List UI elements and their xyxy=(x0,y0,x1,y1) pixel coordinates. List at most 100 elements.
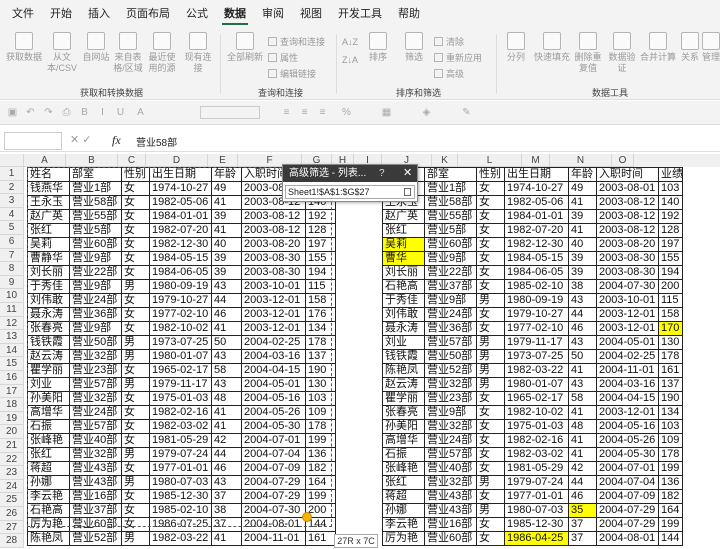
row-header[interactable]: 26 xyxy=(0,507,24,521)
table-cell[interactable]: 2003-12-01 xyxy=(241,307,306,322)
table-cell[interactable]: 男 xyxy=(121,279,150,294)
table-cell[interactable]: 2004-07-30 xyxy=(241,503,306,518)
row-header[interactable]: 16 xyxy=(0,371,24,385)
table-cell[interactable]: 1979-10-27 xyxy=(504,307,569,322)
table-cell[interactable]: 蒋超 xyxy=(382,489,425,504)
table-cell[interactable]: 2003-08-12 xyxy=(596,195,659,210)
right-data-table[interactable]: 名部室性别出生日期年龄入职时间业绩钱燕华营业1部女1974-10-2749200… xyxy=(382,167,683,546)
print-icon[interactable]: ⎙ xyxy=(60,106,73,119)
table-cell[interactable]: 1975-01-03 xyxy=(504,419,569,434)
menu-tab[interactable]: 开始 xyxy=(42,0,80,28)
table-cell[interactable]: 1982-12-30 xyxy=(504,237,569,252)
table-cell[interactable]: 38 xyxy=(568,279,597,294)
table-cell[interactable]: 营业16部 xyxy=(69,489,122,504)
table-cell[interactable]: 刘业 xyxy=(382,335,425,350)
align-right-icon[interactable]: ≡ xyxy=(316,106,329,119)
table-cell[interactable]: 2004-05-30 xyxy=(596,447,659,462)
table-cell[interactable]: 2003-12-01 xyxy=(596,307,659,322)
table-cell[interactable]: 女 xyxy=(476,181,505,196)
filter-button[interactable]: 筛选 xyxy=(400,32,428,63)
font-size-box[interactable] xyxy=(200,106,260,119)
menu-tab[interactable]: 页面布局 xyxy=(118,0,178,28)
table-cell[interactable]: 营业37部 xyxy=(424,279,477,294)
table-cell[interactable]: 41 xyxy=(568,447,597,462)
table-cell[interactable]: 男 xyxy=(121,335,150,350)
table-cell[interactable]: 2003-10-01 xyxy=(596,293,659,308)
table-cell[interactable]: 1974-10-27 xyxy=(149,181,212,196)
row-header[interactable]: 28 xyxy=(0,534,24,548)
table-cell[interactable]: 49 xyxy=(211,181,242,196)
manage-button[interactable]: 管理 xyxy=(702,32,720,63)
table-cell[interactable]: 2003-08-30 xyxy=(241,265,306,280)
worksheet-grid[interactable]: ABCDEFGHIJKLMNO 1 2 3 4 5 6 7 8 9 10 11 12 13 14 15 16 1… xyxy=(0,154,720,549)
table-cell[interactable]: 营业32部 xyxy=(69,391,122,406)
table-cell[interactable]: 41 xyxy=(568,223,597,238)
column-header[interactable]: L xyxy=(458,154,522,167)
header-cell[interactable]: 业绩 xyxy=(658,167,683,182)
table-cell[interactable]: 营业9部 xyxy=(424,405,477,420)
table-cell[interactable]: 王永玉 xyxy=(27,195,70,210)
table-cell[interactable]: 1982-07-20 xyxy=(149,223,212,238)
table-cell[interactable]: 1980-07-03 xyxy=(149,475,212,490)
table-cell[interactable]: 144 xyxy=(658,531,683,546)
table-cell[interactable]: 营业37部 xyxy=(69,503,122,518)
properties-button[interactable]: 属性 xyxy=(268,52,298,64)
table-cell[interactable]: 2004-08-01 xyxy=(241,517,306,532)
table-cell[interactable]: 陈艳凤 xyxy=(27,531,70,546)
redo-icon[interactable]: ↷ xyxy=(42,106,55,119)
table-cell[interactable]: 2004-07-09 xyxy=(596,489,659,504)
table-cell[interactable]: 1982-07-20 xyxy=(504,223,569,238)
table-cell[interactable]: 1980-01-07 xyxy=(504,377,569,392)
row-header[interactable]: 15 xyxy=(0,357,24,371)
row-header[interactable]: 12 xyxy=(0,316,24,331)
table-cell[interactable]: 44 xyxy=(568,475,597,490)
table-cell[interactable]: 营业58部 xyxy=(69,195,122,210)
table-cell[interactable]: 张红 xyxy=(27,447,70,462)
table-cell[interactable]: 1973-07-25 xyxy=(504,349,569,364)
table-cell[interactable]: 聂永涛 xyxy=(27,307,70,322)
table-cell[interactable]: 1982-03-22 xyxy=(504,363,569,378)
table-cell[interactable]: 刘长丽 xyxy=(382,265,425,280)
table-cell[interactable]: 女 xyxy=(121,405,150,420)
table-cell[interactable]: 女 xyxy=(476,251,505,266)
table-cell[interactable]: 43 xyxy=(568,293,597,308)
table-cell[interactable]: 2003-10-01 xyxy=(241,279,306,294)
table-cell[interactable]: 男 xyxy=(476,363,505,378)
table-cell[interactable]: 2004-08-01 xyxy=(596,531,659,546)
column-header[interactable]: K xyxy=(432,154,458,167)
table-cell[interactable]: 女 xyxy=(121,181,150,196)
table-cell[interactable]: 1984-05-15 xyxy=(504,251,569,266)
italic-icon[interactable]: I xyxy=(96,106,109,119)
table-cell[interactable]: 2004-07-29 xyxy=(596,517,659,532)
from-web-button[interactable]: 自网站 xyxy=(82,32,110,63)
table-cell[interactable]: 35 xyxy=(568,503,597,518)
table-cell[interactable]: 2004-07-09 xyxy=(241,461,306,476)
table-cell[interactable]: 营业40部 xyxy=(69,433,122,448)
table-cell[interactable]: 女 xyxy=(476,279,505,294)
table-cell[interactable]: 孙美阳 xyxy=(27,391,70,406)
edit-links-button[interactable]: 编辑链接 xyxy=(268,68,316,80)
table-cell[interactable]: 1977-01-01 xyxy=(504,489,569,504)
table-cell[interactable]: 营业9部 xyxy=(424,251,477,266)
table-cell[interactable]: 1985-02-10 xyxy=(504,279,569,294)
table-cell[interactable]: 于秀佳 xyxy=(382,293,425,308)
row-header[interactable]: 19 xyxy=(0,411,24,426)
table-cell[interactable]: 1980-09-19 xyxy=(504,293,569,308)
table-cell[interactable]: 女 xyxy=(121,195,150,210)
table-cell[interactable]: 155 xyxy=(658,251,683,266)
table-cell[interactable]: 58 xyxy=(211,363,242,378)
table-cell[interactable]: 158 xyxy=(658,307,683,322)
table-cell[interactable]: 营业22部 xyxy=(424,265,477,280)
header-cell[interactable]: 出生日期 xyxy=(149,167,212,182)
table-cell[interactable]: 李云艳 xyxy=(382,517,425,532)
table-cell[interactable]: 女 xyxy=(476,391,505,406)
column-header[interactable]: N xyxy=(550,154,612,167)
table-cell[interactable]: 营业32部 xyxy=(424,475,477,490)
table-cell[interactable]: 2003-08-30 xyxy=(596,251,659,266)
table-cell[interactable]: 营业50部 xyxy=(424,349,477,364)
table-cell[interactable]: 41 xyxy=(211,195,242,210)
table-cell[interactable]: 营业1部 xyxy=(424,181,477,196)
table-cell[interactable]: 石振 xyxy=(382,447,425,462)
table-cell[interactable]: 1977-02-10 xyxy=(149,307,212,322)
table-cell[interactable]: 46 xyxy=(568,489,597,504)
